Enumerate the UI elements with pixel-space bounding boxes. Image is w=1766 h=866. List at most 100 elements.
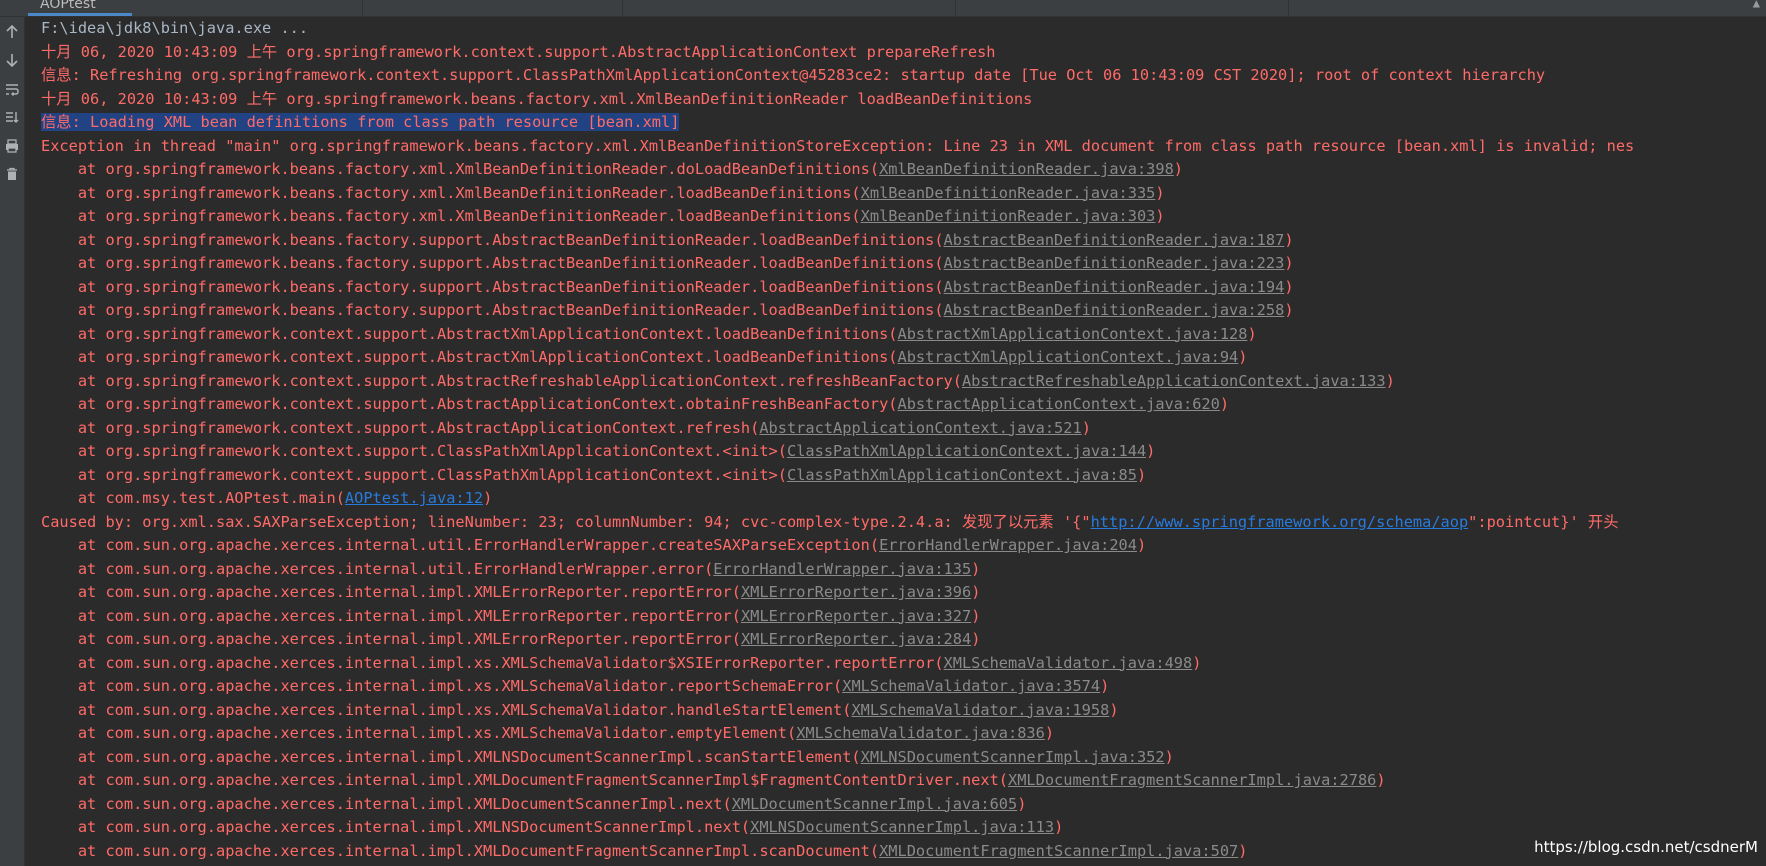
frame-text-end: ) [971, 559, 981, 578]
stack-frame-line: at org.springframework.context.support.A… [41, 417, 1766, 441]
frame-text: at org.springframework.context.support.A… [41, 348, 898, 366]
trash-icon[interactable] [0, 162, 24, 186]
stack-frame-line: at com.sun.org.apache.xerces.internal.im… [41, 628, 1766, 652]
frame-text: at org.springframework.context.support.C… [41, 465, 787, 484]
frame-text: at com.sun.org.apache.xerces.internal.im… [41, 794, 732, 813]
frame-text: at org.springframework.beans.factory.sup… [41, 230, 944, 249]
source-link[interactable]: ClassPathXmlApplicationContext.java:85 [787, 466, 1137, 484]
frame-text: at org.springframework.context.support.C… [41, 442, 787, 460]
caret-up-icon[interactable]: ▲ [1753, 0, 1760, 10]
frame-text-end: ) [1385, 371, 1395, 390]
line-text: F:\idea\jdk8\bin\java.exe ... [41, 19, 309, 37]
url-link[interactable]: AOPtest.java:12 [345, 489, 483, 507]
stack-frame-line: at com.sun.org.apache.xerces.internal.im… [41, 816, 1766, 840]
source-link[interactable]: XMLNSDocumentScannerImpl.java:352 [861, 748, 1165, 766]
line-text: Exception in thread "main" org.springfra… [41, 136, 1635, 155]
frame-text-end: ) [1238, 348, 1248, 366]
frame-text-end: ) [1017, 794, 1027, 813]
source-link[interactable]: AbstractApplicationContext.java:620 [897, 395, 1219, 413]
print-icon[interactable] [0, 134, 24, 158]
console-line: 十月 06, 2020 10:43:09 上午 org.springframew… [41, 41, 1766, 65]
source-link[interactable]: ClassPathXmlApplicationContext.java:144 [787, 442, 1146, 460]
source-link[interactable]: AbstractBeanDefinitionReader.java:223 [944, 254, 1285, 272]
frame-text-end: ) [1192, 653, 1202, 672]
source-link[interactable]: XMLDocumentFragmentScannerImpl.java:507 [879, 842, 1238, 860]
stack-frame-line: at org.springframework.beans.factory.xml… [41, 182, 1766, 206]
frame-text-end: ) [1164, 747, 1174, 766]
source-link[interactable]: XMLDocumentScannerImpl.java:605 [732, 795, 1018, 813]
tab-separator [955, 0, 956, 16]
source-link[interactable]: AbstractBeanDefinitionReader.java:258 [944, 301, 1285, 319]
frame-text: at com.sun.org.apache.xerces.internal.im… [41, 841, 880, 860]
stack-frame-line: at org.springframework.context.support.A… [41, 346, 1766, 370]
url-link[interactable]: http://www.springframework.org/schema/ao… [1091, 513, 1469, 531]
frame-text: at org.springframework.context.support.A… [41, 418, 760, 437]
console-toolbar [0, 17, 25, 866]
source-link[interactable]: AbstractApplicationContext.java:521 [759, 419, 1081, 437]
frame-text: at org.springframework.context.support.A… [41, 395, 898, 413]
frame-text: at org.springframework.context.support.A… [41, 324, 898, 343]
stack-frame-line: at com.sun.org.apache.xerces.internal.ut… [41, 534, 1766, 558]
stack-frame-line: at org.springframework.beans.factory.sup… [41, 252, 1766, 276]
source-link[interactable]: XMLDocumentFragmentScannerImpl.java:2786 [1008, 771, 1376, 789]
frame-text: at org.springframework.context.support.A… [41, 371, 962, 390]
scroll-to-end-icon[interactable] [0, 105, 24, 129]
frame-text-end: ":pointcut}' 开头 [1468, 512, 1619, 531]
soft-wrap-icon[interactable] [0, 77, 24, 101]
tab-separator [362, 0, 363, 16]
stack-frame-line: at org.springframework.context.support.C… [41, 440, 1766, 464]
stack-frame-line: at org.springframework.context.support.A… [41, 323, 1766, 347]
frame-text: at org.springframework.beans.factory.sup… [41, 277, 944, 296]
stack-frame-line: at com.sun.org.apache.xerces.internal.im… [41, 840, 1766, 864]
frame-text-end: ) [1173, 160, 1184, 178]
source-link[interactable]: XMLErrorReporter.java:396 [741, 583, 971, 601]
source-link[interactable]: AbstractXmlApplicationContext.java:128 [897, 325, 1247, 343]
stack-frame-line: at com.sun.org.apache.xerces.internal.im… [41, 769, 1766, 793]
down-arrow-icon[interactable] [0, 48, 24, 72]
frame-text-end: ) [1146, 442, 1156, 460]
frame-text: at com.sun.org.apache.xerces.internal.im… [41, 677, 843, 695]
frame-text: Caused by: org.xml.sax.SAXParseException… [41, 512, 1091, 531]
source-link[interactable]: XMLSchemaValidator.java:3574 [842, 677, 1100, 695]
frame-text: at org.springframework.beans.factory.xml… [41, 160, 880, 178]
console-line: 信息: Loading XML bean definitions from cl… [41, 111, 1766, 135]
source-link[interactable]: ErrorHandlerWrapper.java:135 [713, 560, 971, 578]
tab-aoptest[interactable]: AOPtest [28, 0, 132, 16]
up-arrow-icon[interactable] [0, 20, 24, 44]
stack-frame-line: at org.springframework.beans.factory.sup… [41, 276, 1766, 300]
frame-text: at com.sun.org.apache.xerces.internal.im… [41, 583, 741, 601]
source-link[interactable]: ErrorHandlerWrapper.java:204 [879, 536, 1137, 554]
source-link[interactable]: XMLErrorReporter.java:284 [741, 630, 971, 648]
source-link[interactable]: XmlBeanDefinitionReader.java:398 [879, 160, 1174, 178]
frame-text: at com.sun.org.apache.xerces.internal.im… [41, 606, 741, 625]
console-line: Exception in thread "main" org.springfra… [41, 135, 1766, 159]
frame-text: at com.msy.test.AOPtest.main( [41, 489, 345, 507]
frame-text-end: ) [1284, 254, 1294, 272]
frame-text: at org.springframework.beans.factory.sup… [41, 301, 944, 319]
frame-text-end: ) [1284, 277, 1294, 296]
source-link[interactable]: XmlBeanDefinitionReader.java:335 [861, 184, 1156, 202]
stack-frame-line: at com.msy.test.AOPtest.main(AOPtest.jav… [41, 487, 1766, 511]
stack-frame-line: at com.sun.org.apache.xerces.internal.im… [41, 793, 1766, 817]
frame-text: at com.sun.org.apache.xerces.internal.im… [41, 747, 861, 766]
source-link[interactable]: AbstractBeanDefinitionReader.java:194 [944, 278, 1285, 296]
console-output[interactable]: F:\idea\jdk8\bin\java.exe ... 十月 06, 2020… [41, 17, 1766, 866]
source-link[interactable]: AbstractBeanDefinitionReader.java:187 [944, 231, 1285, 249]
selected-text: 信息: Loading XML bean definitions from cl… [41, 113, 680, 131]
source-link[interactable]: XMLSchemaValidator.java:836 [796, 724, 1045, 742]
source-link[interactable]: XmlBeanDefinitionReader.java:303 [861, 207, 1156, 225]
tab-separator [1288, 0, 1289, 16]
frame-text-end: ) [1136, 465, 1147, 484]
source-link[interactable]: XMLErrorReporter.java:327 [741, 607, 971, 625]
source-link[interactable]: XMLNSDocumentScannerImpl.java:113 [750, 818, 1054, 836]
frame-text: at com.sun.org.apache.xerces.internal.ut… [41, 536, 880, 554]
source-link[interactable]: XMLSchemaValidator.java:498 [944, 654, 1193, 672]
frame-text-end: ) [1100, 677, 1110, 695]
source-link[interactable]: AbstractXmlApplicationContext.java:94 [897, 348, 1238, 366]
stack-frame-line: at com.sun.org.apache.xerces.internal.ut… [41, 558, 1766, 582]
source-link[interactable]: XMLSchemaValidator.java:1958 [851, 701, 1109, 719]
stack-frame-line: at org.springframework.context.support.C… [41, 464, 1766, 488]
frame-text-end: ) [1155, 207, 1165, 225]
tab-label: AOPtest [40, 0, 96, 12]
source-link[interactable]: AbstractRefreshableApplicationContext.ja… [962, 372, 1386, 390]
